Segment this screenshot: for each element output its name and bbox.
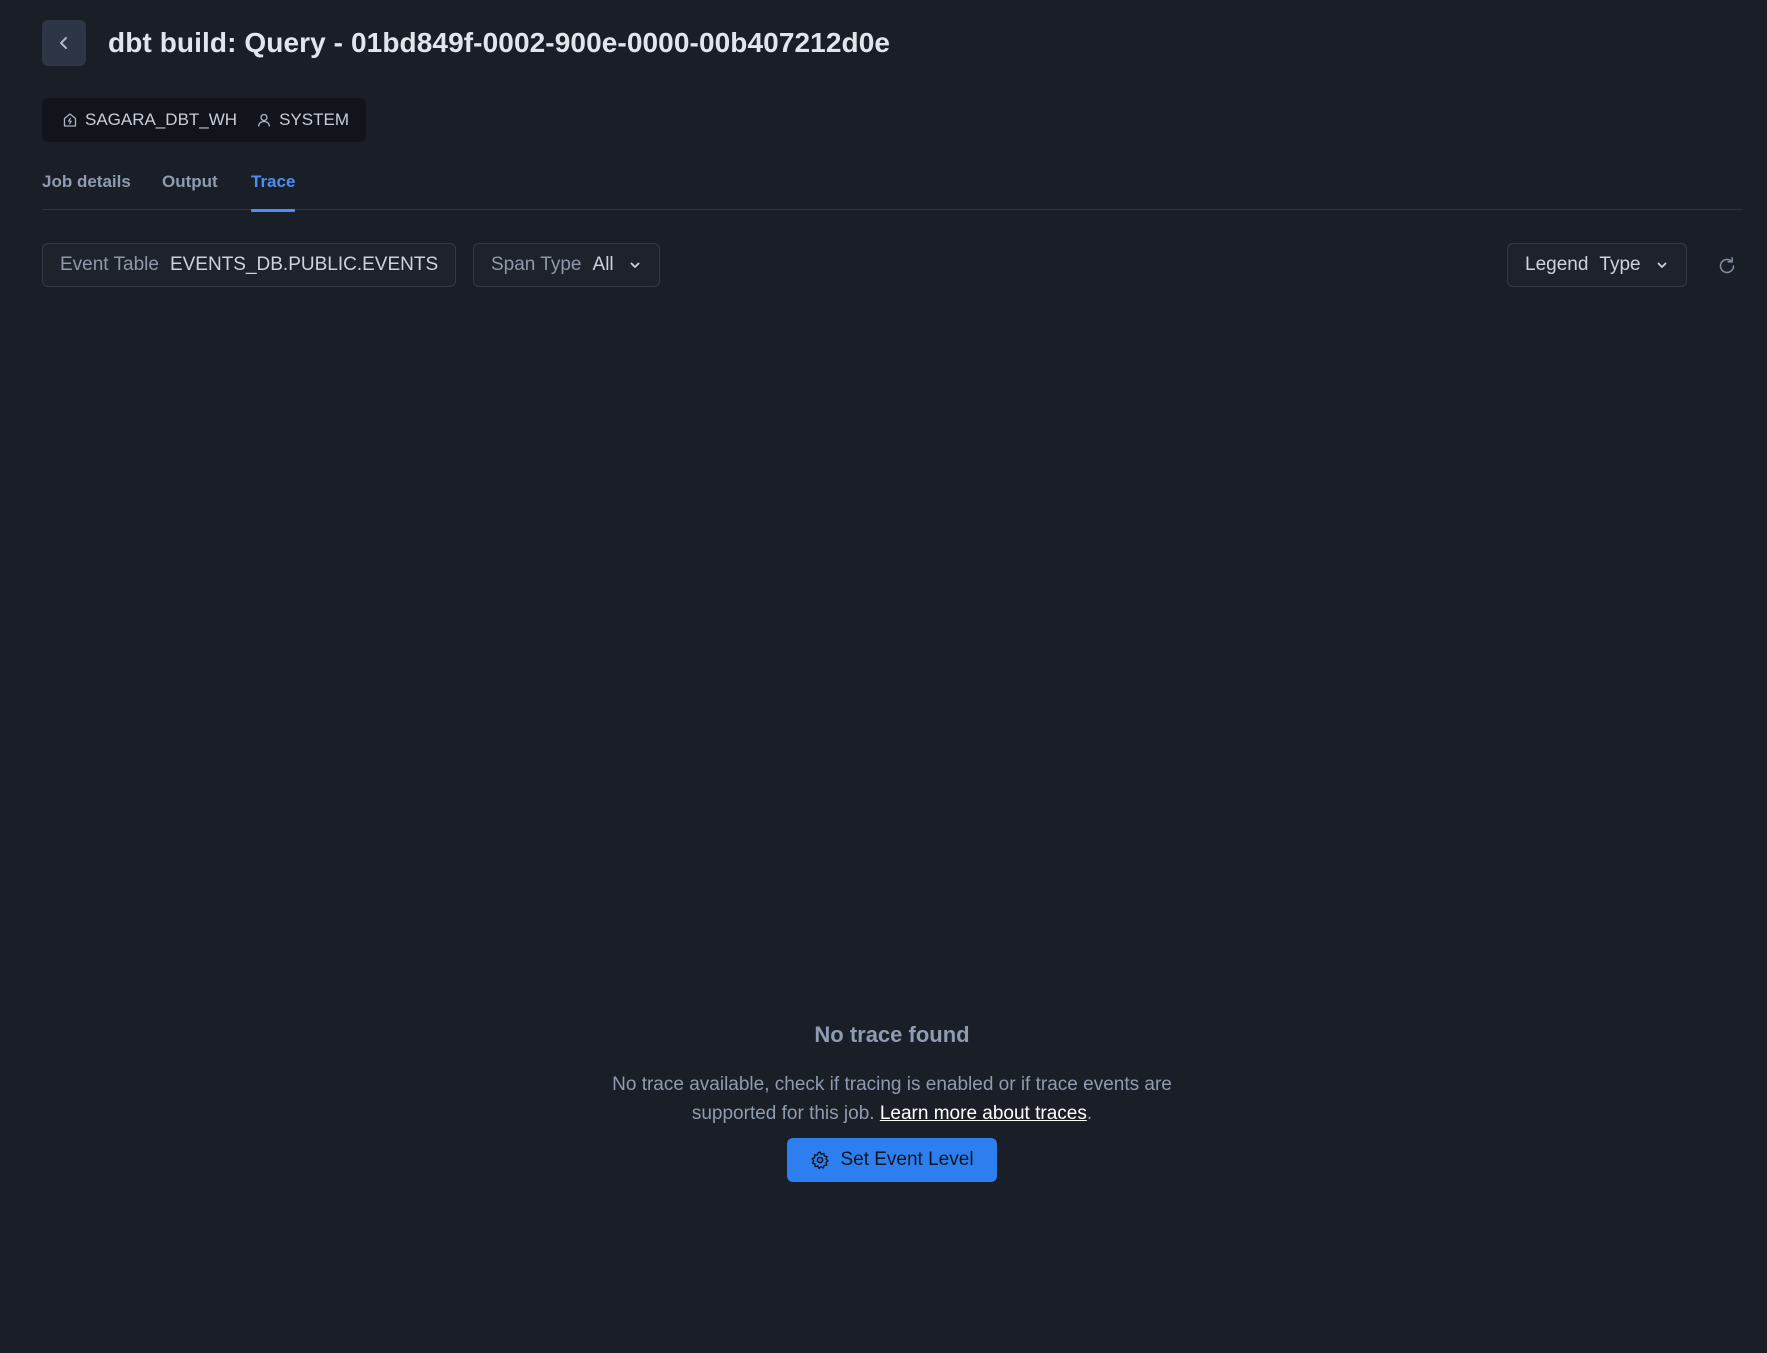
chevron-left-icon [60, 37, 67, 49]
warehouse-name: SAGARA_DBT_WH [85, 110, 238, 129]
empty-state-title: No trace found [814, 1022, 970, 1047]
tab-bar: Job details Output Trace [42, 172, 1743, 212]
span-type-value: All [592, 254, 614, 275]
user-name: SYSTEM [279, 110, 349, 129]
user-icon [257, 113, 271, 127]
empty-state-suffix: . [1086, 1103, 1093, 1124]
gear-icon [811, 1151, 830, 1170]
legend-value: Type [1599, 254, 1641, 275]
empty-state-message: No trace available, check if tracing is … [584, 1070, 1200, 1128]
job-meta: SAGARA_DBT_WH SYSTEM [42, 98, 366, 142]
chevron-down-icon [1655, 258, 1669, 272]
page-header: dbt build: Query - 01bd849f-0002-900e-00… [42, 20, 890, 66]
span-type-label: Span Type [491, 254, 582, 275]
back-button[interactable] [42, 20, 86, 66]
page-title: dbt build: Query - 01bd849f-0002-900e-00… [108, 27, 891, 58]
event-table-selector[interactable]: Event Table EVENTS_DB.PUBLIC.EVENTS [42, 243, 457, 287]
empty-state: No trace found No trace available, check… [584, 1022, 1200, 1182]
set-event-level-label: Set Event Level [840, 1149, 974, 1170]
legend-label: Legend [1525, 254, 1589, 275]
event-table-value: EVENTS_DB.PUBLIC.EVENTS [169, 254, 439, 275]
warehouse-icon [63, 113, 77, 127]
user-meta: SYSTEM [256, 110, 349, 130]
refresh-icon[interactable] [1716, 255, 1738, 277]
set-event-level-button[interactable]: Set Event Level [787, 1138, 997, 1182]
tab-output[interactable]: Output [162, 172, 218, 210]
warehouse-meta: SAGARA_DBT_WH [62, 110, 237, 130]
span-type-dropdown[interactable]: Span Type All [473, 243, 660, 287]
tab-job-details[interactable]: Job details [42, 172, 131, 210]
legend-dropdown[interactable]: Legend Type [1507, 243, 1687, 287]
chevron-down-icon [628, 258, 642, 272]
tab-trace[interactable]: Trace [251, 172, 296, 212]
event-table-label: Event Table [60, 254, 159, 275]
learn-more-link[interactable]: Learn more about traces [880, 1103, 1087, 1124]
